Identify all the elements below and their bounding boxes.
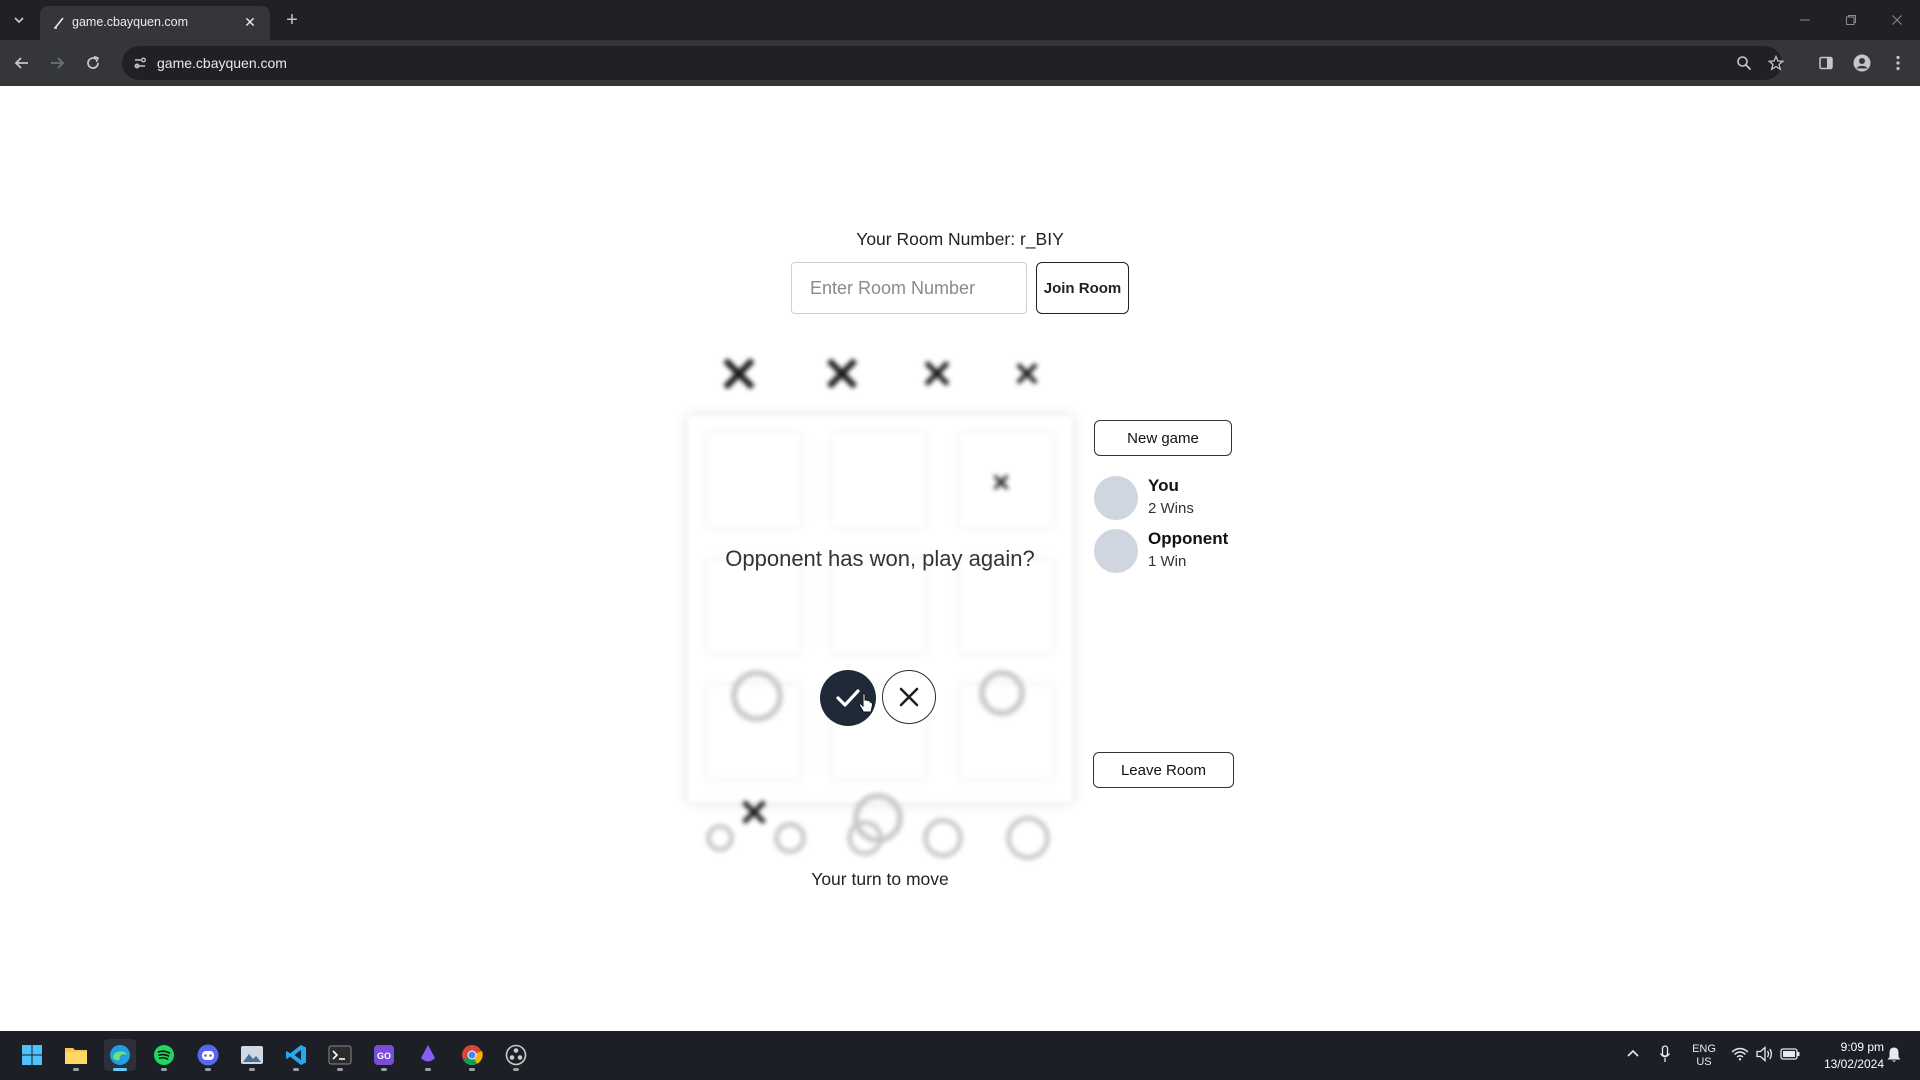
purple-app-icon[interactable] bbox=[412, 1039, 444, 1071]
player-wins-opponent: 1 Win bbox=[1148, 553, 1187, 570]
system-clock[interactable]: 9:09 pm 13/02/2024 bbox=[1812, 1039, 1884, 1073]
game-board bbox=[688, 416, 1072, 802]
o-piece-icon bbox=[979, 670, 1025, 716]
new-game-button[interactable]: New game bbox=[1094, 420, 1232, 456]
tab-title: game.cbayquen.com bbox=[72, 15, 189, 29]
wifi-icon[interactable] bbox=[1731, 1047, 1749, 1064]
o-piece-icon bbox=[1006, 816, 1050, 860]
running-indicator bbox=[513, 1068, 519, 1071]
notification-bell-icon[interactable] bbox=[1886, 1046, 1902, 1066]
running-indicator bbox=[425, 1068, 431, 1071]
clock-date: 13/02/2024 bbox=[1823, 1057, 1884, 1071]
developer-tool-icon[interactable]: GO bbox=[368, 1039, 400, 1071]
windows-taskbar: GO ENG US 9:09 pm 13/02/2024 bbox=[0, 1031, 1920, 1080]
address-bar[interactable]: game.cbayquen.com bbox=[122, 46, 1784, 80]
language-indicator[interactable]: ENG US bbox=[1690, 1043, 1718, 1069]
x-piece-icon: ✕ bbox=[920, 353, 954, 397]
avatar bbox=[1094, 476, 1138, 520]
avatar bbox=[1094, 529, 1138, 573]
join-room-button[interactable]: Join Room bbox=[1036, 262, 1129, 314]
x-piece-icon: ✕ bbox=[718, 347, 760, 403]
spotify-icon[interactable] bbox=[148, 1039, 180, 1071]
edge-browser-icon[interactable] bbox=[104, 1039, 136, 1071]
region-code: US bbox=[1696, 1056, 1712, 1068]
obs-icon[interactable] bbox=[500, 1039, 532, 1071]
url-text: game.cbayquen.com bbox=[157, 55, 287, 71]
tray-overflow-chevron-icon[interactable] bbox=[1626, 1047, 1640, 1061]
browser-tab[interactable]: game.cbayquen.com ✕ bbox=[40, 6, 270, 40]
turn-status: Your turn to move bbox=[811, 869, 949, 889]
running-indicator bbox=[161, 1068, 167, 1071]
x-piece-icon: ✕ bbox=[1012, 356, 1042, 394]
new-tab-button[interactable]: + bbox=[281, 9, 303, 31]
site-info-icon[interactable] bbox=[132, 55, 148, 71]
tab-favicon-icon bbox=[52, 16, 66, 30]
board-cell[interactable] bbox=[708, 560, 800, 652]
board-cell[interactable] bbox=[960, 560, 1052, 652]
x-piece-icon: ✕ bbox=[738, 792, 770, 835]
discord-icon[interactable] bbox=[192, 1039, 224, 1071]
room-number-label: Your Room Number: r_BIY bbox=[856, 229, 1064, 249]
volume-icon[interactable] bbox=[1756, 1046, 1774, 1065]
x-piece-icon: ✕ bbox=[821, 349, 863, 402]
running-indicator bbox=[293, 1068, 299, 1071]
o-piece-icon bbox=[706, 824, 734, 852]
minimize-window-icon[interactable] bbox=[1794, 10, 1816, 30]
tab-close-icon[interactable]: ✕ bbox=[240, 12, 260, 32]
side-panel-icon[interactable] bbox=[1814, 51, 1838, 75]
clock-time: 9:09 pm bbox=[1840, 1040, 1884, 1054]
bookmark-star-icon[interactable] bbox=[1765, 52, 1787, 74]
terminal-icon[interactable] bbox=[324, 1039, 356, 1071]
profile-icon[interactable] bbox=[1850, 51, 1874, 75]
tab-search-chevron-icon[interactable] bbox=[8, 9, 30, 31]
player-name-opponent: Opponent bbox=[1148, 529, 1229, 548]
play-again-prompt: Opponent has won, play again? bbox=[725, 546, 1035, 571]
board-cell[interactable] bbox=[833, 560, 925, 652]
running-indicator bbox=[73, 1068, 79, 1071]
board-cell[interactable] bbox=[833, 434, 925, 526]
running-indicator bbox=[113, 1068, 127, 1071]
back-arrow-icon[interactable] bbox=[10, 51, 34, 75]
battery-icon[interactable] bbox=[1780, 1048, 1800, 1063]
o-piece-icon bbox=[731, 670, 783, 722]
chrome-icon[interactable] bbox=[456, 1039, 488, 1071]
start-menu-icon[interactable] bbox=[16, 1039, 48, 1071]
room-number-input[interactable] bbox=[791, 262, 1027, 314]
running-indicator bbox=[337, 1068, 343, 1071]
more-menu-icon[interactable] bbox=[1886, 51, 1910, 75]
close-icon bbox=[899, 687, 919, 707]
leave-room-button[interactable]: Leave Room bbox=[1093, 752, 1234, 788]
running-indicator bbox=[469, 1068, 475, 1071]
reload-icon[interactable] bbox=[81, 51, 105, 75]
decline-play-again-button[interactable] bbox=[882, 670, 936, 724]
language-code: ENG bbox=[1692, 1043, 1716, 1055]
player-wins-you: 2 Wins bbox=[1148, 500, 1194, 517]
restore-window-icon[interactable] bbox=[1840, 10, 1862, 30]
close-window-icon[interactable] bbox=[1886, 10, 1908, 30]
photos-app-icon[interactable] bbox=[236, 1039, 268, 1071]
o-piece-icon bbox=[847, 820, 883, 856]
browser-tab-bar: game.cbayquen.com ✕ + bbox=[0, 0, 1920, 40]
vscode-icon[interactable] bbox=[280, 1039, 312, 1071]
file-explorer-icon[interactable] bbox=[60, 1039, 92, 1071]
o-piece-icon bbox=[923, 818, 963, 858]
browser-toolbar: game.cbayquen.com bbox=[0, 40, 1920, 86]
board-cell[interactable] bbox=[708, 434, 800, 526]
mouse-cursor-icon bbox=[858, 693, 874, 713]
o-piece-icon bbox=[774, 822, 806, 854]
running-indicator bbox=[381, 1068, 387, 1071]
game-page: Your Room Number: r_BIY Join Room ✕ ✕ ✕ … bbox=[0, 86, 1920, 1031]
running-indicator bbox=[205, 1068, 211, 1071]
running-indicator bbox=[249, 1068, 255, 1071]
x-piece-icon: ✕ bbox=[990, 469, 1012, 497]
svg-text:GO: GO bbox=[377, 1051, 391, 1061]
microphone-icon[interactable] bbox=[1659, 1045, 1671, 1066]
zoom-icon[interactable] bbox=[1733, 52, 1755, 74]
forward-arrow-icon[interactable] bbox=[45, 51, 69, 75]
player-name-you: You bbox=[1148, 476, 1179, 495]
